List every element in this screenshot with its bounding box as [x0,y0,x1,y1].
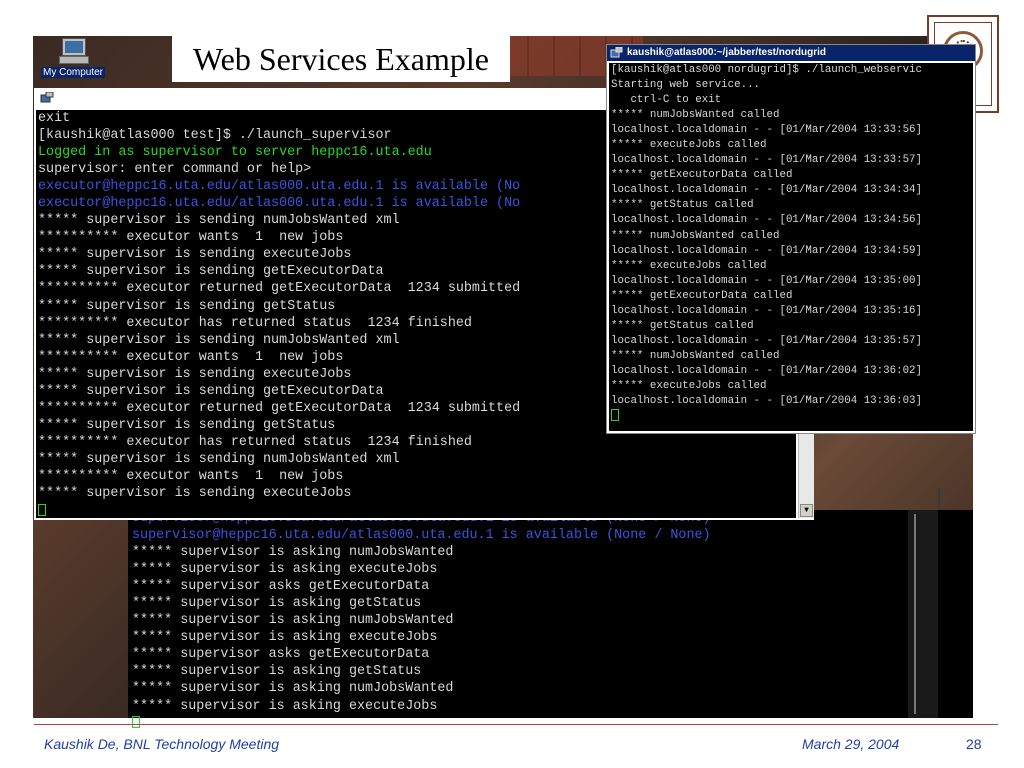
terminal-line: ***** executeJobs called [611,259,767,272]
server-terminal-output: supervisor@heppc16.uta.edu/atlas000.uta.… [128,510,908,729]
terminal-line: localhost.localdomain - - [01/Mar/2004 1… [611,154,923,167]
terminal-line: ***** getStatus called [611,199,754,212]
terminal-line: localhost.localdomain - - [01/Mar/2004 1… [611,395,923,408]
terminal-line: localhost.localdomain - - [01/Mar/2004 1… [611,274,923,287]
page-number: 28 [966,736,982,752]
server-terminal-window[interactable]: supervisor@heppc16.uta.edu/atlas000.uta.… [128,510,973,729]
terminal-line: ***** supervisor is asking numJobsWanted [132,681,454,697]
terminal-line: Starting web service... [611,79,761,92]
terminal-line: ***** getExecutorData called [611,169,793,182]
footer-presenter: Kaushik De, BNL Technology Meeting [44,736,280,752]
terminal-line: ***** numJobsWanted called [611,109,780,122]
webservice-terminal-output: [kaushik@atlas000 nordugrid]$ ./launch_w… [609,63,973,431]
terminal-cursor[interactable] [611,409,973,424]
terminal-line: ***** supervisor is sending executeJobs [38,486,352,502]
my-computer-label: My Computer [40,67,105,78]
terminal-icon [610,47,623,58]
terminal-line: ***** supervisor is asking numJobsWanted [132,613,454,629]
scroll-down-icon[interactable]: ▼ [800,504,813,517]
terminal-line: ***** supervisor is asking numJobsWanted [132,545,454,561]
terminal-line: localhost.localdomain - - [01/Mar/2004 1… [611,334,923,347]
footer-date: March 29, 2004 [802,736,900,752]
slide-title: Web Services Example [172,36,510,82]
terminal-line: ***** supervisor asks getExecutorData [132,647,430,663]
terminal-icon [40,92,54,103]
terminal-line: ***** getExecutorData called [611,289,793,302]
terminal-line: ***** executeJobs called [611,139,767,152]
terminal-line: localhost.localdomain - - [01/Mar/2004 1… [611,184,923,197]
terminal-cursor[interactable] [38,502,796,519]
terminal-line: [kaushik@atlas000 nordugrid]$ ./launch_w… [611,64,923,76]
terminal-line: ***** executeJobs called [611,379,767,392]
terminal-line: localhost.localdomain - - [01/Mar/2004 1… [611,214,923,227]
terminal-line: ***** supervisor is asking getStatus [132,596,422,612]
terminal-line: ***** supervisor is asking executeJobs [132,698,438,714]
computer-icon [59,38,89,64]
terminal-line: ctrl-C to exit [611,94,722,107]
terminal-line: ***** supervisor is asking executeJobs [132,562,438,578]
footer-divider [34,724,998,725]
terminal-line: ***** numJobsWanted called [611,229,780,242]
terminal-line: supervisor@heppc16.uta.edu/atlas000.uta.… [132,528,711,544]
terminal-line: ********** executor wants 1 new jobs [38,468,344,484]
terminal-line: ********** executor has returned status … [38,434,472,450]
terminal-line: localhost.localdomain - - [01/Mar/2004 1… [611,364,923,377]
terminal-line: localhost.localdomain - - [01/Mar/2004 1… [611,124,923,137]
terminal-line: ***** getStatus called [611,319,754,332]
terminal-line: ***** supervisor asks getExecutorData [132,579,430,595]
terminal-line: localhost.localdomain - - [01/Mar/2004 1… [611,304,923,317]
webservice-terminal-title: kaushik@atlas000:~/jabber/test/nordugrid [627,47,826,58]
terminal-line: ***** numJobsWanted called [611,349,780,362]
terminal-line: localhost.localdomain - - [01/Mar/2004 1… [611,244,923,257]
my-computer-shortcut[interactable]: My Computer [36,38,110,88]
server-terminal-scrollbar[interactable] [908,510,938,718]
terminal-line: ***** supervisor is asking getStatus [132,664,422,680]
webservice-terminal-titlebar[interactable]: kaushik@atlas000:~/jabber/test/nordugrid [607,45,975,61]
terminal-line: ***** supervisor is sending numJobsWante… [38,451,400,467]
webservice-terminal-window[interactable]: kaushik@atlas000:~/jabber/test/nordugrid… [606,44,976,434]
terminal-line: ***** supervisor is asking executeJobs [132,630,438,646]
